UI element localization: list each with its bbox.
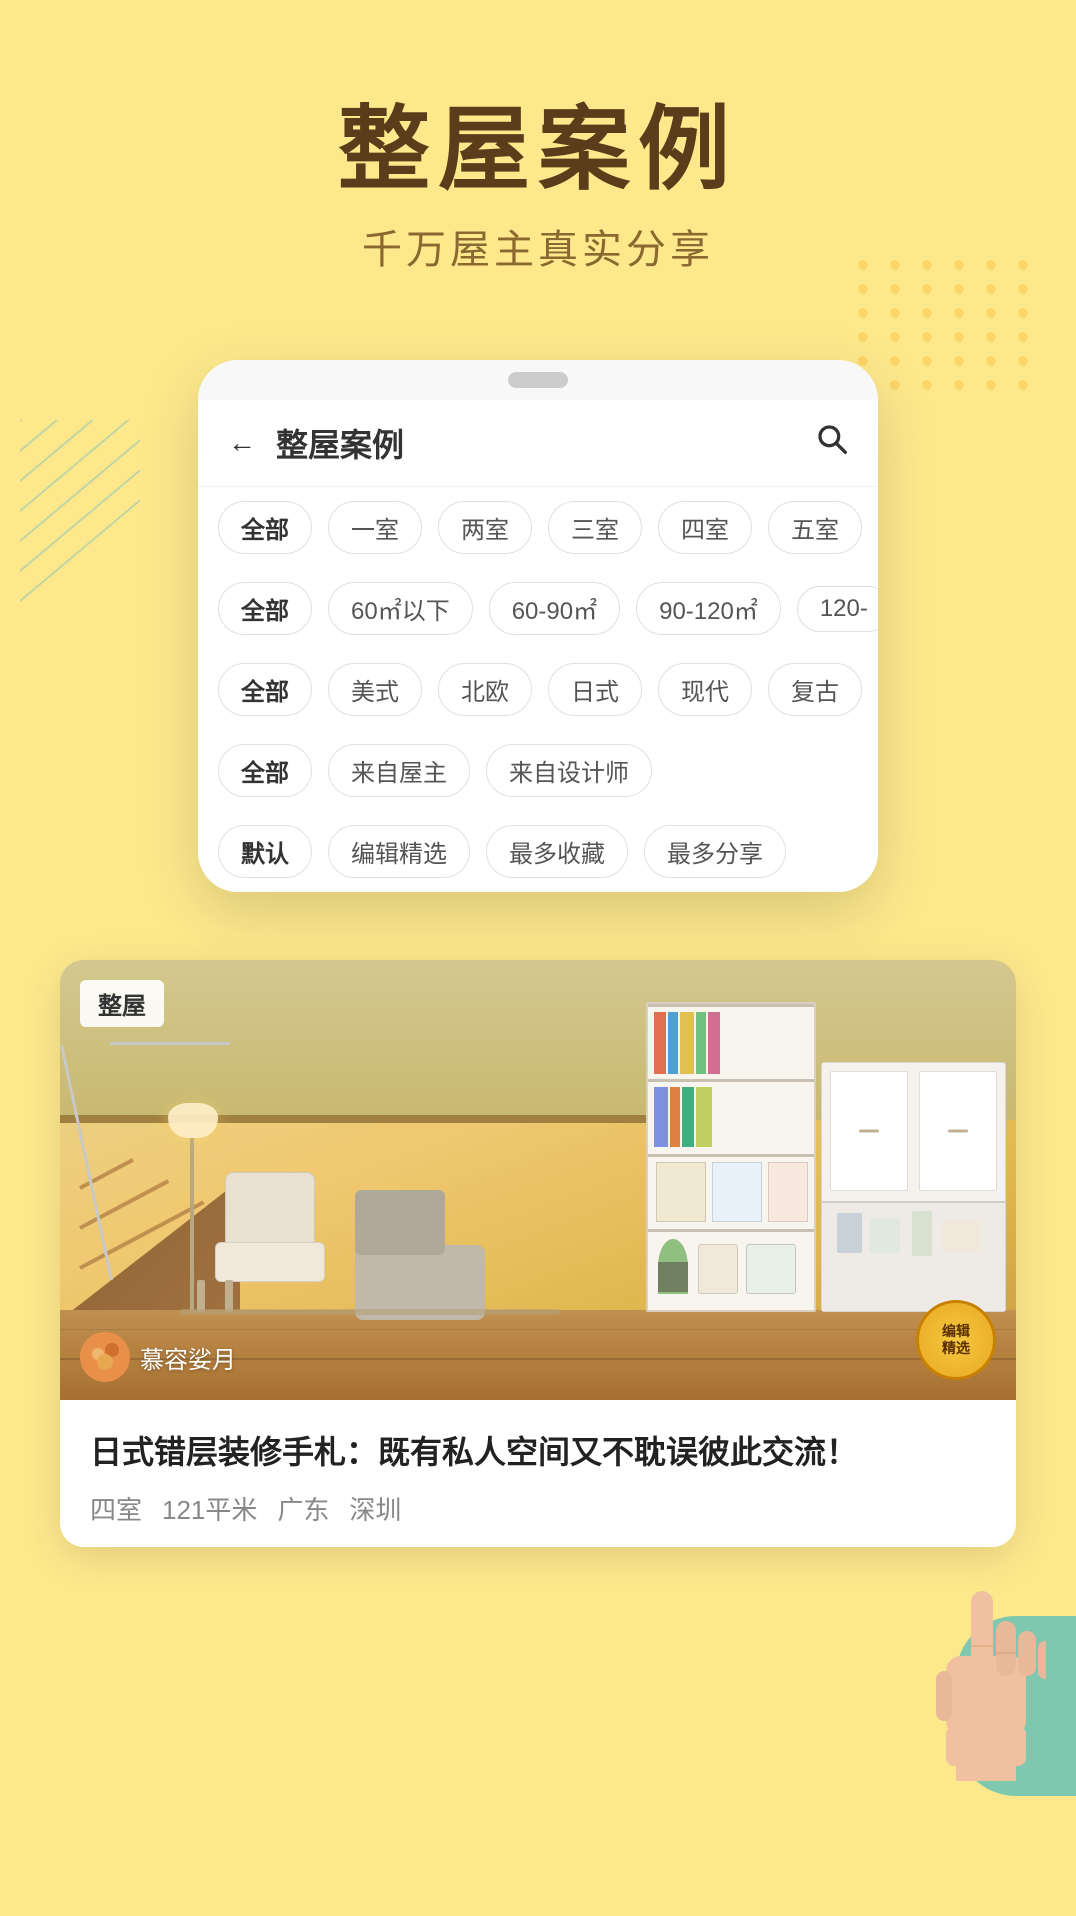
page-main-title: 整屋案例 <box>20 100 1056 201</box>
phone-top-bar <box>198 360 878 400</box>
card-meta-area: 121平米 <box>162 1490 257 1527</box>
filter-tag-120plus[interactable]: 120- <box>797 586 878 632</box>
filter-tag-all-rooms[interactable]: 全部 <box>218 501 312 554</box>
filter-tag-3room[interactable]: 三室 <box>548 501 642 554</box>
card-meta: 四室 121平米 广东 深圳 <box>90 1490 986 1527</box>
card-meta-rooms: 四室 <box>90 1490 142 1527</box>
filter-tag-2room[interactable]: 两室 <box>438 501 532 554</box>
hand-pointer-decoration <box>926 1581 1046 1786</box>
card-text-area: 日式错层装修手札：既有私人空间又不耽误彼此交流！ 四室 121平米 广东 深圳 <box>60 1400 1016 1547</box>
back-button[interactable]: ← <box>228 427 256 459</box>
filter-tag-nordic[interactable]: 北欧 <box>438 663 532 716</box>
editor-badge-line1: 编辑 <box>942 1323 970 1340</box>
header-section: 整屋案例 千万屋主真实分享 <box>0 60 1076 275</box>
filter-tag-60less[interactable]: 60㎡以下 <box>328 582 473 635</box>
bg-lines-decoration <box>20 420 140 620</box>
filter-row-style: 全部 美式 北欧 日式 现代 复古 <box>198 649 878 730</box>
filter-tag-90-120[interactable]: 90-120㎡ <box>636 582 781 635</box>
filter-tag-from-owner[interactable]: 来自屋主 <box>328 744 470 797</box>
phone-mockup: ← 整屋案例 全部 一室 两室 三室 四室 五室 全部 60㎡以下 60-90㎡… <box>198 360 878 892</box>
filter-row-source: 全部 来自屋主 来自设计师 <box>198 730 878 811</box>
badge-type: 整屋 <box>80 980 164 1027</box>
filter-tag-editor-pick[interactable]: 编辑精选 <box>328 825 470 878</box>
filter-tag-5room[interactable]: 五室 <box>768 501 862 554</box>
search-icon[interactable] <box>816 423 848 463</box>
filter-tag-from-designer[interactable]: 来自设计师 <box>486 744 652 797</box>
user-info: 慕容娑月 <box>80 1332 236 1382</box>
filter-tag-japanese[interactable]: 日式 <box>548 663 642 716</box>
filter-row-area: 全部 60㎡以下 60-90㎡ 90-120㎡ 120- <box>198 568 878 649</box>
filter-tag-most-fav[interactable]: 最多收藏 <box>486 825 628 878</box>
card-meta-city: 深圳 <box>349 1490 401 1527</box>
user-name-label: 慕容娑月 <box>140 1340 236 1375</box>
card-headline: 日式错层装修手札：既有私人空间又不耽误彼此交流！ <box>90 1428 986 1476</box>
user-avatar <box>80 1332 130 1382</box>
filter-row-rooms: 全部 一室 两室 三室 四室 五室 <box>198 487 878 568</box>
filter-tag-4room[interactable]: 四室 <box>658 501 752 554</box>
filter-tag-60-90[interactable]: 60-90㎡ <box>489 582 620 635</box>
page-subtitle: 千万屋主真实分享 <box>20 217 1056 275</box>
filter-tag-modern[interactable]: 现代 <box>658 663 752 716</box>
filter-tag-1room[interactable]: 一室 <box>328 501 422 554</box>
filter-tag-all-style[interactable]: 全部 <box>218 663 312 716</box>
app-nav-bar: ← 整屋案例 <box>198 400 878 487</box>
content-card[interactable]: 整屋 编辑 精选 慕容娑月 日式错层装修手札：既有私人空间又不耽误彼此交流！ 四… <box>60 960 1016 1547</box>
filter-tag-american[interactable]: 美式 <box>328 663 422 716</box>
phone-notch <box>508 372 568 388</box>
nav-title: 整屋案例 <box>276 420 816 466</box>
card-meta-province: 广东 <box>277 1490 329 1527</box>
filter-tag-retro[interactable]: 复古 <box>768 663 862 716</box>
editor-badge-line2: 精选 <box>942 1340 970 1357</box>
bg-dots-decoration <box>858 260 1036 390</box>
badge-editor-pick: 编辑 精选 <box>916 1300 996 1380</box>
filter-tag-all-source[interactable]: 全部 <box>218 744 312 797</box>
filter-row-sort: 默认 编辑精选 最多收藏 最多分享 <box>198 811 878 892</box>
card-image: 整屋 编辑 精选 慕容娑月 <box>60 960 1016 1400</box>
filter-tag-default[interactable]: 默认 <box>218 825 312 878</box>
filter-tag-most-share[interactable]: 最多分享 <box>644 825 786 878</box>
filter-tag-all-area[interactable]: 全部 <box>218 582 312 635</box>
